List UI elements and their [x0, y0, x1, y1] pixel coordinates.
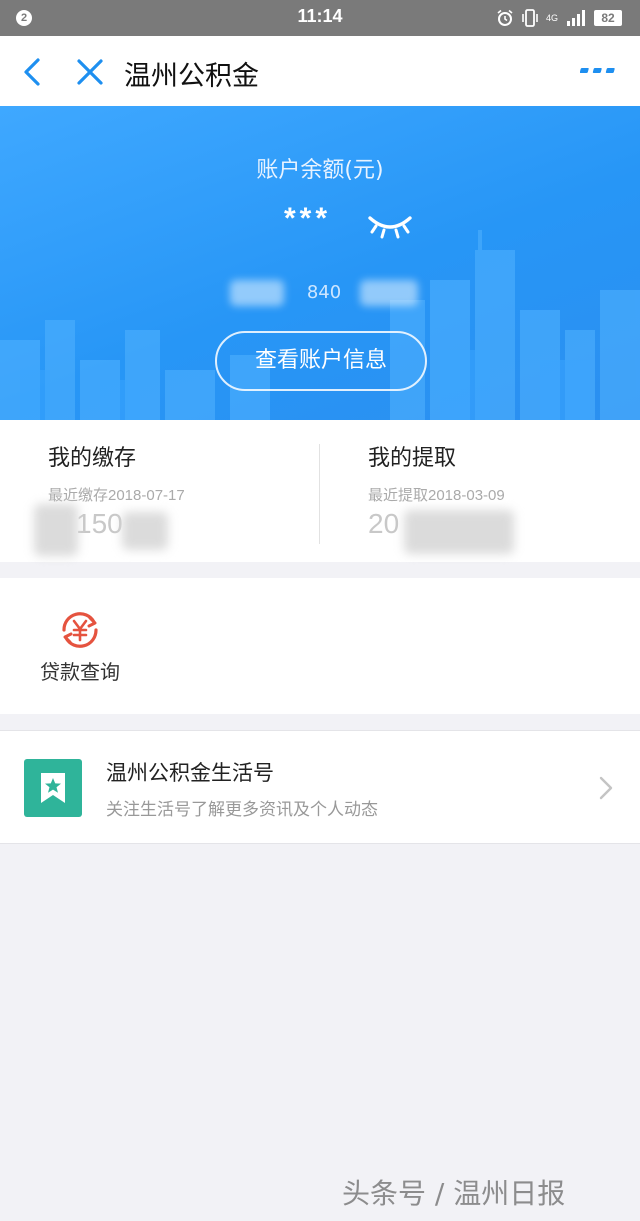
- view-account-info-button[interactable]: 查看账户信息: [215, 331, 427, 391]
- network-type: 4G: [545, 13, 558, 23]
- balance-label: 账户余额(元): [256, 158, 384, 183]
- eye-closed-icon[interactable]: [366, 210, 414, 240]
- withdraw-title: 我的提取: [368, 446, 457, 471]
- withdraw-latest-date: 最近提取2018-03-09: [368, 487, 505, 504]
- loan-query-button[interactable]: 贷款查询: [24, 604, 136, 694]
- balance-hero: 账户余额(元) *** 840 查看账户信息: [0, 106, 640, 420]
- loan-query-label: 贷款查询: [40, 660, 120, 684]
- close-icon[interactable]: [74, 56, 106, 88]
- deposit-title: 我的缴存: [48, 446, 137, 471]
- more-icon[interactable]: [580, 64, 620, 78]
- navigation-bar: 温州公积金: [0, 36, 640, 106]
- balance-masked-value: ***: [284, 202, 332, 235]
- signal-icon: [567, 10, 585, 26]
- vibrate-icon: [522, 9, 538, 27]
- status-bar: 2 11:14 4G 82: [0, 0, 640, 36]
- page-title: 温州公积金: [124, 61, 259, 92]
- withdraw-amount: 20: [368, 508, 400, 539]
- status-icons: 4G 82: [496, 8, 622, 28]
- alarm-icon: [497, 9, 513, 26]
- services-panel: 贷款查询: [0, 578, 640, 714]
- source-watermark: 头条号 / 温州日报: [342, 1177, 566, 1210]
- life-account-logo: [24, 759, 82, 817]
- chevron-right-icon: [599, 776, 613, 800]
- deposit-latest-date: 最近缴存2018-07-17: [48, 487, 185, 504]
- account-number-partial: 840: [226, 276, 422, 310]
- back-icon[interactable]: [18, 56, 50, 88]
- battery-icon: 82: [594, 10, 622, 26]
- yuan-refresh-icon: [62, 612, 98, 648]
- my-deposit-card[interactable]: 我的缴存 最近缴存2018-07-17 150: [0, 420, 320, 562]
- life-account-name: 温州公积金生活号: [106, 761, 274, 785]
- life-account-description: 关注生活号了解更多资讯及个人动态: [106, 800, 378, 820]
- life-account-card[interactable]: 温州公积金生活号 关注生活号了解更多资讯及个人动态: [0, 730, 640, 844]
- bookmark-star-icon: [41, 773, 65, 803]
- my-withdraw-card[interactable]: 我的提取 最近提取2018-03-09 20: [320, 420, 640, 562]
- summary-panel: 我的缴存 最近缴存2018-07-17 150 我的提取 最近提取2018-03…: [0, 420, 640, 562]
- deposit-amount: 150: [76, 508, 123, 539]
